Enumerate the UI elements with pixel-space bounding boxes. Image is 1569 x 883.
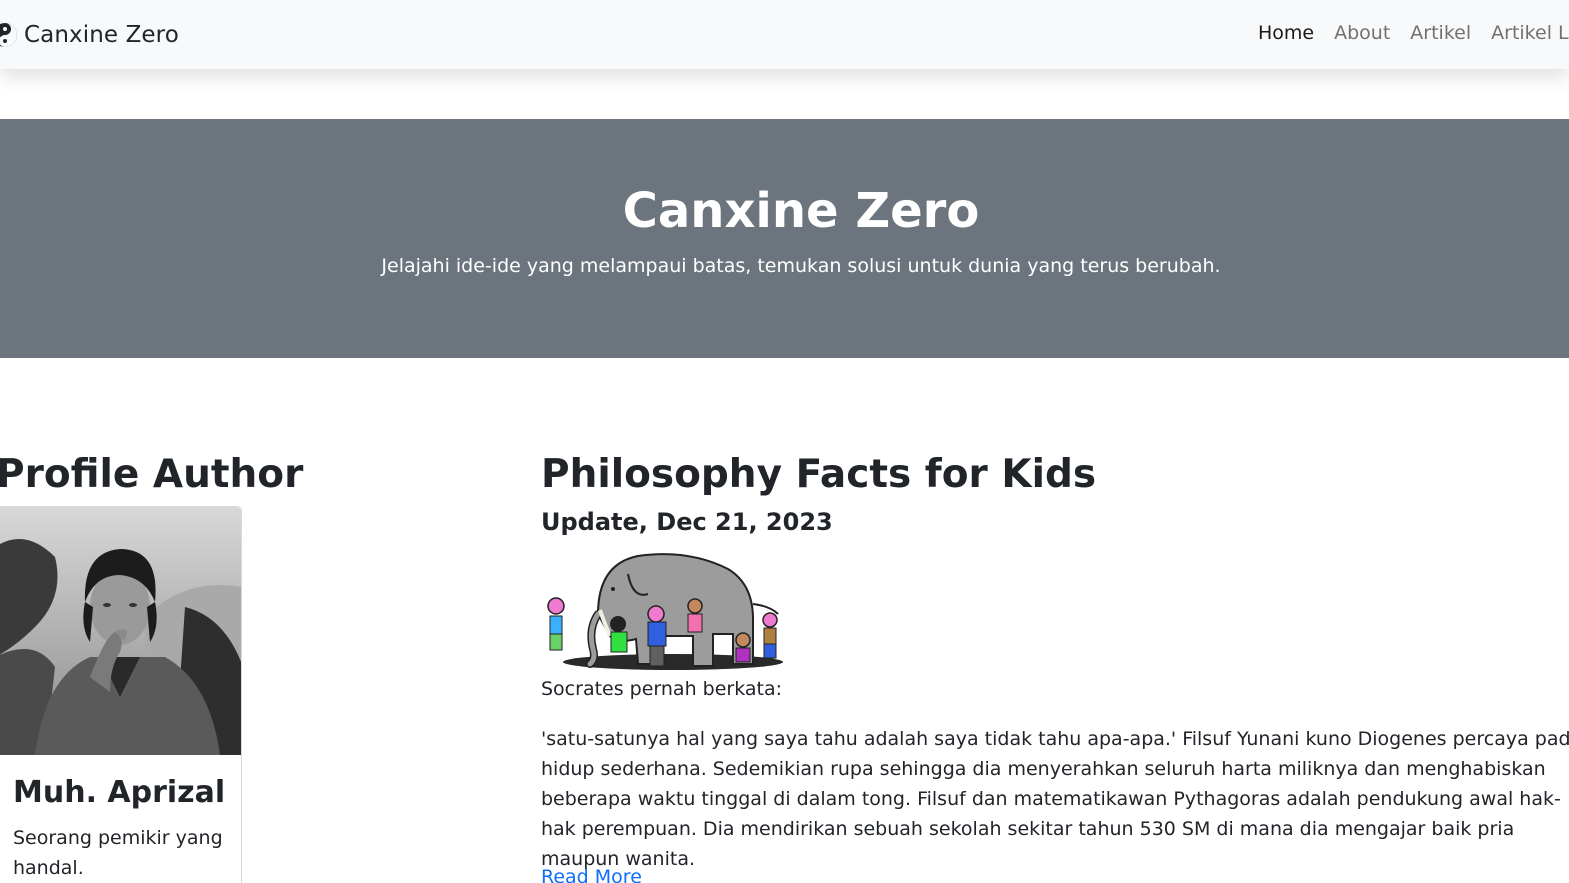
brand-link[interactable]: Canxine Zero [0, 18, 179, 52]
article-body: 'satu-satunya hal yang saya tahu adalah … [541, 728, 1569, 870]
author-bio: Seorang pemikir yang handal. [13, 827, 223, 879]
hero-banner: Canxine Zero Jelajahi ide-ide yang melam… [0, 119, 1569, 358]
author-name: Muh. Aprizal [13, 775, 226, 810]
nav-link-artikel-lain[interactable]: Artikel Lain [1491, 22, 1569, 44]
nav-links: Home About Artikel Artikel Lain [1258, 22, 1569, 44]
author-card: Muh. Aprizal Seorang pemikir yang handal… [0, 506, 242, 883]
article-date: Update, Dec 21, 2023 [541, 508, 833, 536]
read-more-link[interactable]: Read More [541, 864, 642, 883]
brand-text: Canxine Zero [24, 22, 179, 48]
article-title: Philosophy Facts for Kids [541, 452, 1097, 497]
yin-yang-icon [0, 23, 17, 47]
nav-link-home[interactable]: Home [1258, 22, 1314, 44]
article-intro: Socrates pernah berkata: [541, 678, 783, 700]
hero-title: Canxine Zero [622, 183, 980, 239]
nav-link-artikel[interactable]: Artikel [1410, 22, 1471, 44]
author-photo [0, 507, 241, 755]
article-illustration [547, 553, 783, 670]
nav-link-about[interactable]: About [1334, 22, 1390, 44]
hero-subtitle: Jelajahi ide-ide yang melampaui batas, t… [381, 255, 1221, 277]
navbar: Canxine Zero Home About Artikel Artikel … [0, 0, 1569, 69]
profile-author-heading: Profile Author [0, 452, 304, 497]
